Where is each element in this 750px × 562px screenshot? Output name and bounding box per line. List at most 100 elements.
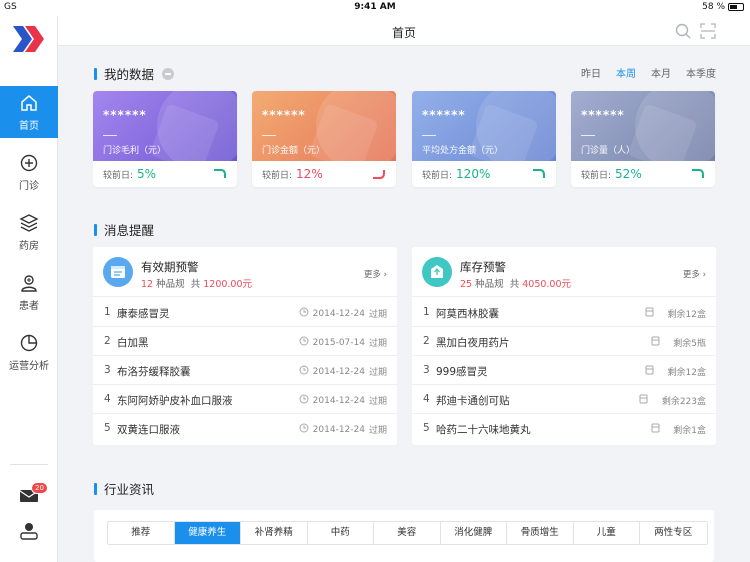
item-count: 12 — [141, 279, 154, 290]
news-tab[interactable]: 补肾养精 — [241, 522, 308, 544]
tab-this-week[interactable]: 本周 — [616, 65, 636, 80]
stat-card-clinic-amount[interactable]: ****** 门诊金额（元） 较前日: 12% — [252, 91, 396, 187]
sidebar-divider — [10, 464, 48, 465]
card-label: 平均处方金额（元） — [422, 146, 504, 156]
drug-name: 东阿阿娇驴皮补血口服液 — [117, 395, 233, 407]
clock-icon — [299, 365, 309, 378]
list-item[interactable]: 1 康泰感冒灵 2014-12-24 过期 — [93, 298, 397, 327]
news-card: 推荐 健康养生 补肾养精 中药 美容 消化健脾 骨质增生 儿童 两性专区 — [94, 510, 714, 562]
panel-title: 库存预警 — [460, 260, 506, 274]
more-label: 更多 — [682, 270, 700, 280]
news-tab[interactable]: 健康养生 — [174, 522, 241, 544]
box-icon — [645, 365, 654, 378]
stock-remaining: 剩余12盒 — [667, 310, 706, 320]
list-item[interactable]: 5 双黄连口服液 2014-12-24 过期 — [93, 414, 397, 443]
scan-icon[interactable] — [700, 23, 716, 39]
news-tab[interactable]: 推荐 — [108, 522, 175, 544]
sidebar-item-patients[interactable]: 患者 — [0, 266, 58, 318]
section-accent-bar — [94, 67, 97, 80]
stat-card-gross-profit[interactable]: ****** 门诊毛利（元） 较前日: 5% — [93, 91, 237, 187]
section-title: 消息提醒 — [104, 223, 155, 238]
card-banner: ****** 平均处方金额（元） — [412, 91, 556, 174]
expiry-date: 2014-12-24 — [312, 424, 365, 435]
clock: 9:41 AM — [354, 2, 396, 12]
tab-this-quarter[interactable]: 本季度 — [686, 65, 716, 80]
change-percent: 12% — [296, 167, 323, 181]
tab-yesterday[interactable]: 昨日 — [581, 65, 601, 80]
search-icon[interactable] — [675, 23, 691, 39]
card-label: 门诊量（人） — [581, 146, 636, 156]
list-item[interactable]: 4 东阿阿娇驴皮补血口服液 2014-12-24 过期 — [93, 385, 397, 414]
hide-data-icon[interactable] — [162, 67, 175, 80]
news-tab[interactable]: 美容 — [374, 522, 441, 544]
expiry-status: 过期 — [368, 368, 387, 378]
panel-title: 有效期预警 — [141, 260, 199, 274]
period-tabs: 昨日 本周 本月 本季度 — [581, 65, 716, 80]
card-label: 门诊毛利（元） — [103, 146, 167, 156]
item-count: 25 — [460, 279, 473, 290]
list-item[interactable]: 2 黑加白夜用药片 剩余5瓶 — [412, 327, 716, 356]
panel-header: 库存预警 25 种品规 共 4050.00元 更多 › — [412, 247, 716, 297]
sidebar-item-label: 患者 — [19, 300, 39, 312]
stat-card-visits[interactable]: ****** 门诊量（人） 较前日: 52% — [571, 91, 715, 187]
drug-name: 康泰感冒灵 — [117, 308, 170, 320]
drug-name: 黑加白夜用药片 — [436, 337, 510, 349]
card-footer: 较前日: 12% — [252, 161, 396, 187]
more-link[interactable]: 更多 › — [683, 268, 706, 280]
stock-info: 剩余12盒 — [645, 365, 706, 378]
messages-button[interactable]: 20 — [0, 482, 58, 504]
news-tab[interactable]: 骨质增生 — [507, 522, 574, 544]
sidebar-item-analytics[interactable]: 运营分析 — [0, 326, 58, 378]
battery-icon — [728, 3, 744, 11]
status-bar: GS 9:41 AM 58 % — [0, 0, 750, 16]
total-prefix: 共 — [190, 279, 201, 290]
stock-info: 剩余5瓶 — [651, 336, 706, 349]
row-number: 4 — [104, 393, 111, 405]
news-tab[interactable]: 两性专区 — [640, 522, 707, 544]
trend-up-icon — [214, 169, 226, 178]
box-icon — [651, 336, 660, 349]
list-item[interactable]: 4 邦迪卡通创可贴 剩余223盒 — [412, 385, 716, 414]
list-item[interactable]: 2 白加黑 2015-07-14 过期 — [93, 327, 397, 356]
news-category-tabs: 推荐 健康养生 补肾养精 中药 美容 消化健脾 骨质增生 儿童 两性专区 — [107, 521, 708, 545]
my-data-header: 我的数据 — [94, 64, 175, 83]
profile-button[interactable] — [0, 521, 58, 541]
box-icon — [645, 307, 654, 320]
list-item[interactable]: 1 阿莫西林胶囊 剩余12盒 — [412, 298, 716, 327]
expiry-date: 2014-12-24 — [312, 308, 365, 319]
news-tab[interactable]: 消化健脾 — [441, 522, 507, 544]
clock-icon — [299, 336, 309, 349]
count-unit: 种品规 — [475, 279, 504, 290]
card-banner: ****** 门诊毛利（元） — [93, 91, 237, 174]
card-footer: 较前日: 120% — [412, 161, 556, 187]
news-header: 行业资讯 — [94, 479, 154, 498]
list-item[interactable]: 3 布洛芬缓释胶囊 2014-12-24 过期 — [93, 356, 397, 385]
clinic-icon — [20, 154, 38, 171]
list-item[interactable]: 5 哈药二十六味地黄丸 剩余1盒 — [412, 414, 716, 443]
drug-name: 999感冒灵 — [436, 366, 488, 378]
stat-card-avg-prescription[interactable]: ****** 平均处方金额（元） 较前日: 120% — [412, 91, 556, 187]
list-item[interactable]: 3 999感冒灵 剩余12盒 — [412, 356, 716, 385]
news-tab[interactable]: 儿童 — [574, 522, 640, 544]
sidebar-item-pharmacy[interactable]: 药房 — [0, 206, 58, 258]
sidebar-item-clinic[interactable]: 门诊 — [0, 146, 58, 198]
news-tab[interactable]: 中药 — [308, 522, 374, 544]
tab-this-month[interactable]: 本月 — [651, 65, 671, 80]
more-link[interactable]: 更多 › — [364, 268, 387, 280]
sidebar-item-label: 药房 — [19, 240, 39, 252]
expiry-date: 2015-07-14 — [312, 337, 365, 348]
drug-name: 布洛芬缓释胶囊 — [117, 366, 191, 378]
change-percent: 52% — [615, 167, 642, 181]
clock-icon — [299, 423, 309, 436]
stock-remaining: 剩余1盒 — [673, 426, 706, 436]
stock-alert-panel: 库存预警 25 种品规 共 4050.00元 更多 › 1 阿莫西林胶囊 剩余12… — [412, 247, 716, 445]
app-logo — [13, 26, 44, 52]
trend-up-icon — [533, 169, 545, 178]
sidebar-item-home[interactable]: 首页 — [0, 86, 58, 138]
battery-indicator: 58 % — [702, 2, 744, 12]
expiry-status: 过期 — [368, 310, 387, 320]
card-banner: ****** 门诊量（人） — [571, 91, 715, 174]
alerts-header: 消息提醒 — [94, 220, 154, 239]
masked-value: ****** — [581, 108, 625, 122]
compare-label: 较前日: — [422, 170, 453, 181]
